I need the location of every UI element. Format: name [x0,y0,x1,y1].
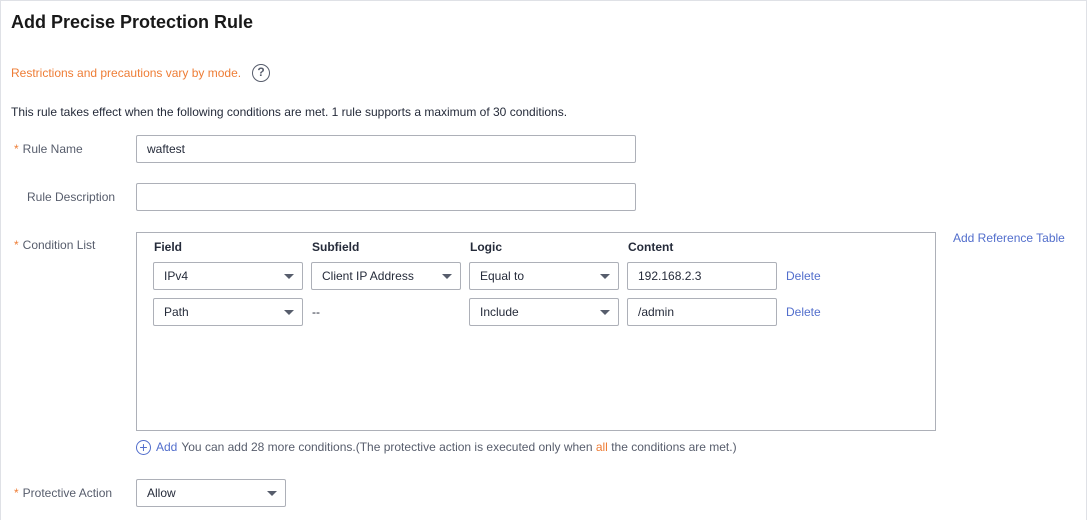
rule-name-label: * Rule Name [14,142,83,156]
question-circle-icon[interactable]: ? [252,64,270,82]
condition-logic-select[interactable]: Equal to [469,262,619,290]
chevron-down-icon [284,310,294,315]
delete-condition-link[interactable]: Delete [786,305,821,319]
condition-subfield-select[interactable]: Client IP Address [311,262,461,290]
page-title: Add Precise Protection Rule [11,12,254,32]
plus-circle-icon[interactable]: + [136,440,151,456]
required-mark: * [14,238,19,252]
add-condition-hint-highlight: all [595,440,608,454]
condition-field-select[interactable]: Path [153,298,303,326]
column-header-field: Field [154,240,183,254]
mode-notice: Restrictions and precautions vary by mod… [11,66,242,80]
condition-content-input[interactable] [627,298,777,326]
add-condition-hint-end: the conditions are met.) [611,440,737,454]
chevron-down-icon [600,310,610,315]
condition-content-input[interactable] [627,262,777,290]
add-condition-row: + Add You can add 28 more conditions.(The … [136,440,737,456]
rule-description-input[interactable] [136,183,636,211]
protective-action-label: * Protective Action [14,486,113,500]
rule-description-label: Rule Description [27,190,116,204]
conditions-intro: This rule takes effect when the followin… [11,105,568,119]
chevron-down-icon [267,491,277,496]
chevron-down-icon [284,274,294,279]
condition-subfield-empty: -- [312,305,320,319]
required-mark: * [14,142,19,156]
condition-field-select[interactable]: IPv4 [153,262,303,290]
condition-logic-select[interactable]: Include [469,298,619,326]
column-header-content: Content [628,240,674,254]
column-header-logic: Logic [470,240,502,254]
add-condition-hint: You can add 28 more conditions.(The prot… [181,440,593,454]
column-header-subfield: Subfield [312,240,360,254]
rule-name-input[interactable] [136,135,636,163]
condition-list-label: * Condition List [14,238,96,252]
protective-action-select[interactable]: Allow [136,479,286,507]
required-mark: * [14,486,19,500]
chevron-down-icon [442,274,452,279]
add-reference-table-link[interactable]: Add Reference Table [953,231,1065,245]
add-condition-link[interactable]: Add [156,440,177,454]
chevron-down-icon [600,274,610,279]
delete-condition-link[interactable]: Delete [786,269,821,283]
